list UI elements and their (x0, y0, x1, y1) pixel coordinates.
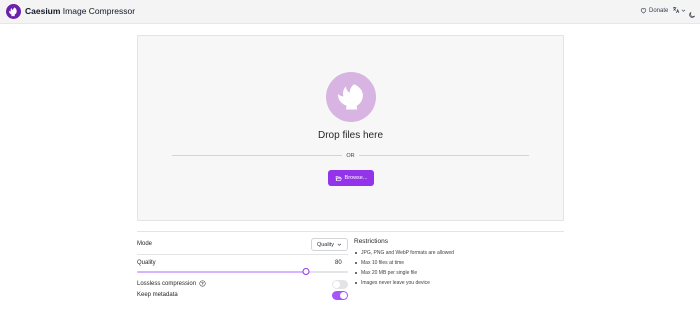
caesium-bird-icon (326, 72, 376, 122)
quality-slider-fill (137, 271, 306, 273)
theme-toggle-button[interactable] (688, 6, 696, 24)
or-label: OR (342, 153, 359, 159)
browse-label: Browse... (344, 175, 368, 181)
mode-label: Mode (137, 241, 153, 247)
heart-icon (640, 8, 647, 14)
help-circle-icon[interactable] (199, 280, 206, 287)
quality-label: Quality (137, 260, 156, 266)
app-title-rest: Image Compressor (60, 6, 136, 16)
top-bar: Caesium Image Compressor Donate (0, 0, 700, 24)
lossless-label-text: Lossless compression (137, 281, 197, 288)
toggle-knob (340, 292, 347, 299)
mode-select-value: Quality (316, 241, 335, 248)
drop-zone[interactable]: Drop files here OR Browse... (137, 35, 564, 221)
list-item: Images never leave you device (354, 278, 564, 288)
mode-select[interactable]: Quality (311, 238, 348, 251)
folder-open-icon (335, 175, 342, 181)
app-title: Caesium Image Compressor (25, 6, 135, 16)
chevron-down-icon (337, 243, 342, 246)
restrictions-title: Restrictions (354, 238, 388, 245)
keep-metadata-toggle[interactable] (332, 291, 348, 300)
settings-separator (137, 254, 348, 255)
language-selector[interactable] (672, 6, 686, 14)
quality-value: 80 (335, 260, 342, 266)
moon-icon (689, 11, 696, 18)
lossless-label: Lossless compression (137, 280, 206, 287)
translate-icon (673, 7, 680, 14)
lossless-toggle[interactable] (332, 280, 348, 289)
chevron-down-icon (681, 9, 686, 12)
list-item: Max 10 files at time (354, 258, 564, 268)
toggle-knob (333, 281, 340, 288)
drop-title: Drop files here (317, 130, 384, 141)
restrictions-panel: Restrictions JPG, PNG and WebP formats a… (354, 238, 564, 288)
donate-button[interactable]: Donate (640, 7, 668, 14)
quality-slider-thumb[interactable] (302, 268, 310, 275)
metadata-label: Keep metadata (137, 292, 178, 298)
quality-slider[interactable] (137, 268, 348, 275)
or-label-wrap: OR (138, 153, 563, 159)
app-title-bold: Caesium (25, 6, 61, 16)
restrictions-list: JPG, PNG and WebP formats are allowed Ma… (354, 248, 564, 288)
caesium-logo-icon (6, 4, 21, 19)
donate-label: Donate (649, 7, 669, 14)
list-item: JPG, PNG and WebP formats are allowed (354, 248, 564, 258)
browse-button[interactable]: Browse... (328, 170, 374, 186)
section-divider (137, 231, 564, 232)
list-item: Max 20 MB per single file (354, 268, 564, 278)
